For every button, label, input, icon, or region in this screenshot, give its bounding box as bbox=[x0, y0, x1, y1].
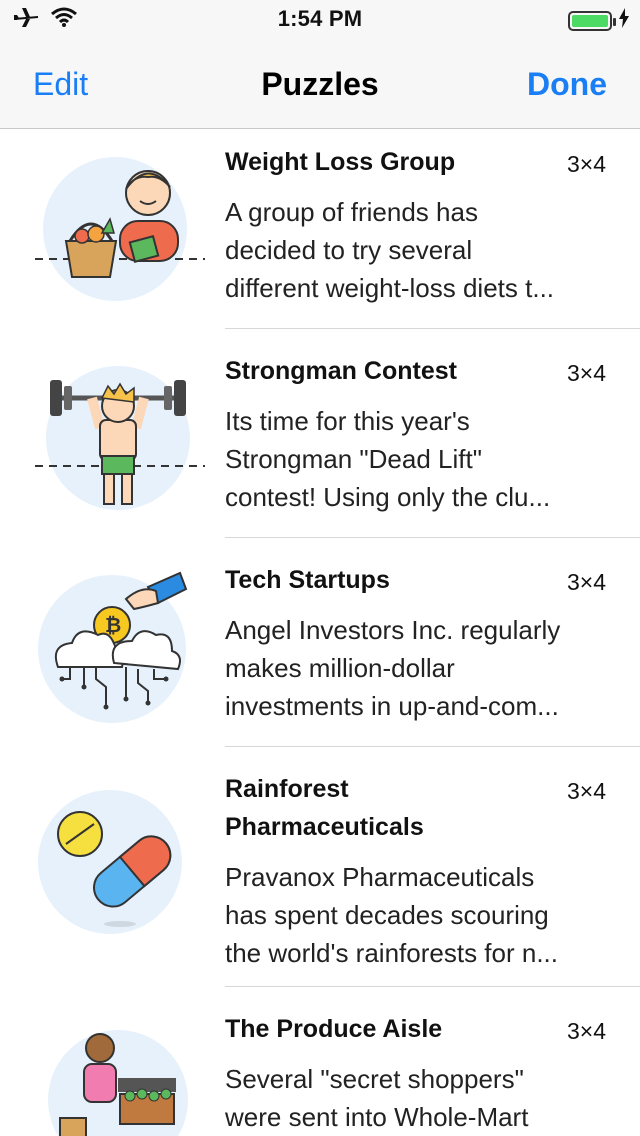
separator bbox=[225, 328, 640, 329]
description-line: has spent decades scouring bbox=[225, 900, 549, 930]
description-line: Strongman "Dead Lift" bbox=[225, 444, 482, 474]
puzzle-title: Strongman Contest bbox=[225, 357, 457, 385]
produce-shopper-illustration-icon bbox=[30, 1008, 210, 1136]
navigation-bar: Edit Puzzles Done bbox=[0, 40, 640, 129]
puzzle-title: Weight Loss Group bbox=[225, 148, 456, 176]
battery-icon bbox=[568, 10, 616, 31]
description-line: Angel Investors Inc. regularly bbox=[225, 615, 561, 645]
description-line: Its time for this year's bbox=[225, 406, 470, 436]
puzzle-description: Several "secret shoppers" were sent into… bbox=[225, 1060, 610, 1136]
tech-startup-illustration-icon: ₿ bbox=[30, 559, 210, 739]
status-bar: 1:54 PM bbox=[0, 0, 640, 40]
svg-text:₿: ₿ bbox=[105, 613, 121, 637]
puzzle-description: Angel Investors Inc. regularly makes mil… bbox=[225, 611, 610, 725]
description-line: makes million-dollar bbox=[225, 653, 455, 683]
battery-level bbox=[572, 14, 608, 27]
puzzle-size: 3×4 bbox=[566, 778, 606, 804]
description-line: investments in up-and-com... bbox=[225, 691, 559, 721]
separator bbox=[225, 537, 640, 538]
done-button[interactable]: Done bbox=[527, 66, 607, 103]
separator bbox=[225, 986, 640, 987]
list-item[interactable]: Strongman Contest 3×4 Its time for this … bbox=[0, 338, 640, 547]
description-line: the world's rainforests for n... bbox=[225, 938, 558, 968]
separator bbox=[225, 746, 640, 747]
list-item[interactable]: The Produce Aisle 3×4 Several "secret sh… bbox=[0, 996, 640, 1136]
puzzle-description: A group of friends has decided to try se… bbox=[225, 193, 610, 307]
description-line: Several "secret shoppers" bbox=[225, 1064, 524, 1094]
list-item[interactable]: ₿ Tech Startups 3×4 Angel Investors Inc.… bbox=[0, 547, 640, 756]
puzzle-title: Tech Startups bbox=[225, 566, 390, 594]
puzzle-description: Its time for this year's Strongman "Dead… bbox=[225, 402, 610, 516]
description-line: decided to try several bbox=[225, 235, 473, 265]
puzzle-size: 3×4 bbox=[566, 569, 606, 595]
weight-loss-illustration-icon bbox=[30, 141, 210, 321]
puzzle-size: 3×4 bbox=[566, 151, 606, 177]
status-right bbox=[568, 8, 630, 33]
puzzle-title: Rainforest Pharmaceuticals bbox=[225, 775, 424, 841]
puzzle-description: Pravanox Pharmaceuticals has spent decad… bbox=[225, 858, 610, 972]
puzzle-size: 3×4 bbox=[566, 1018, 606, 1044]
charging-icon bbox=[618, 8, 630, 33]
puzzle-size: 3×4 bbox=[566, 360, 606, 386]
strongman-illustration-icon bbox=[30, 348, 210, 528]
puzzle-list: Weight Loss Group 3×4 A group of friends… bbox=[0, 129, 640, 1136]
list-item[interactable]: Rainforest Pharmaceuticals 3×4 Pravanox … bbox=[0, 756, 640, 996]
description-line: A group of friends has bbox=[225, 197, 478, 227]
description-line: different weight-loss diets t... bbox=[225, 273, 555, 303]
pill-capsule-icon bbox=[30, 772, 210, 952]
description-line: Pravanox Pharmaceuticals bbox=[225, 862, 535, 892]
description-line: contest! Using only the clu... bbox=[225, 482, 551, 512]
puzzle-title: The Produce Aisle bbox=[225, 1015, 443, 1043]
description-line: were sent into Whole-Mart bbox=[225, 1102, 529, 1132]
list-item[interactable]: Weight Loss Group 3×4 A group of friends… bbox=[0, 129, 640, 338]
status-time: 1:54 PM bbox=[277, 6, 363, 31]
